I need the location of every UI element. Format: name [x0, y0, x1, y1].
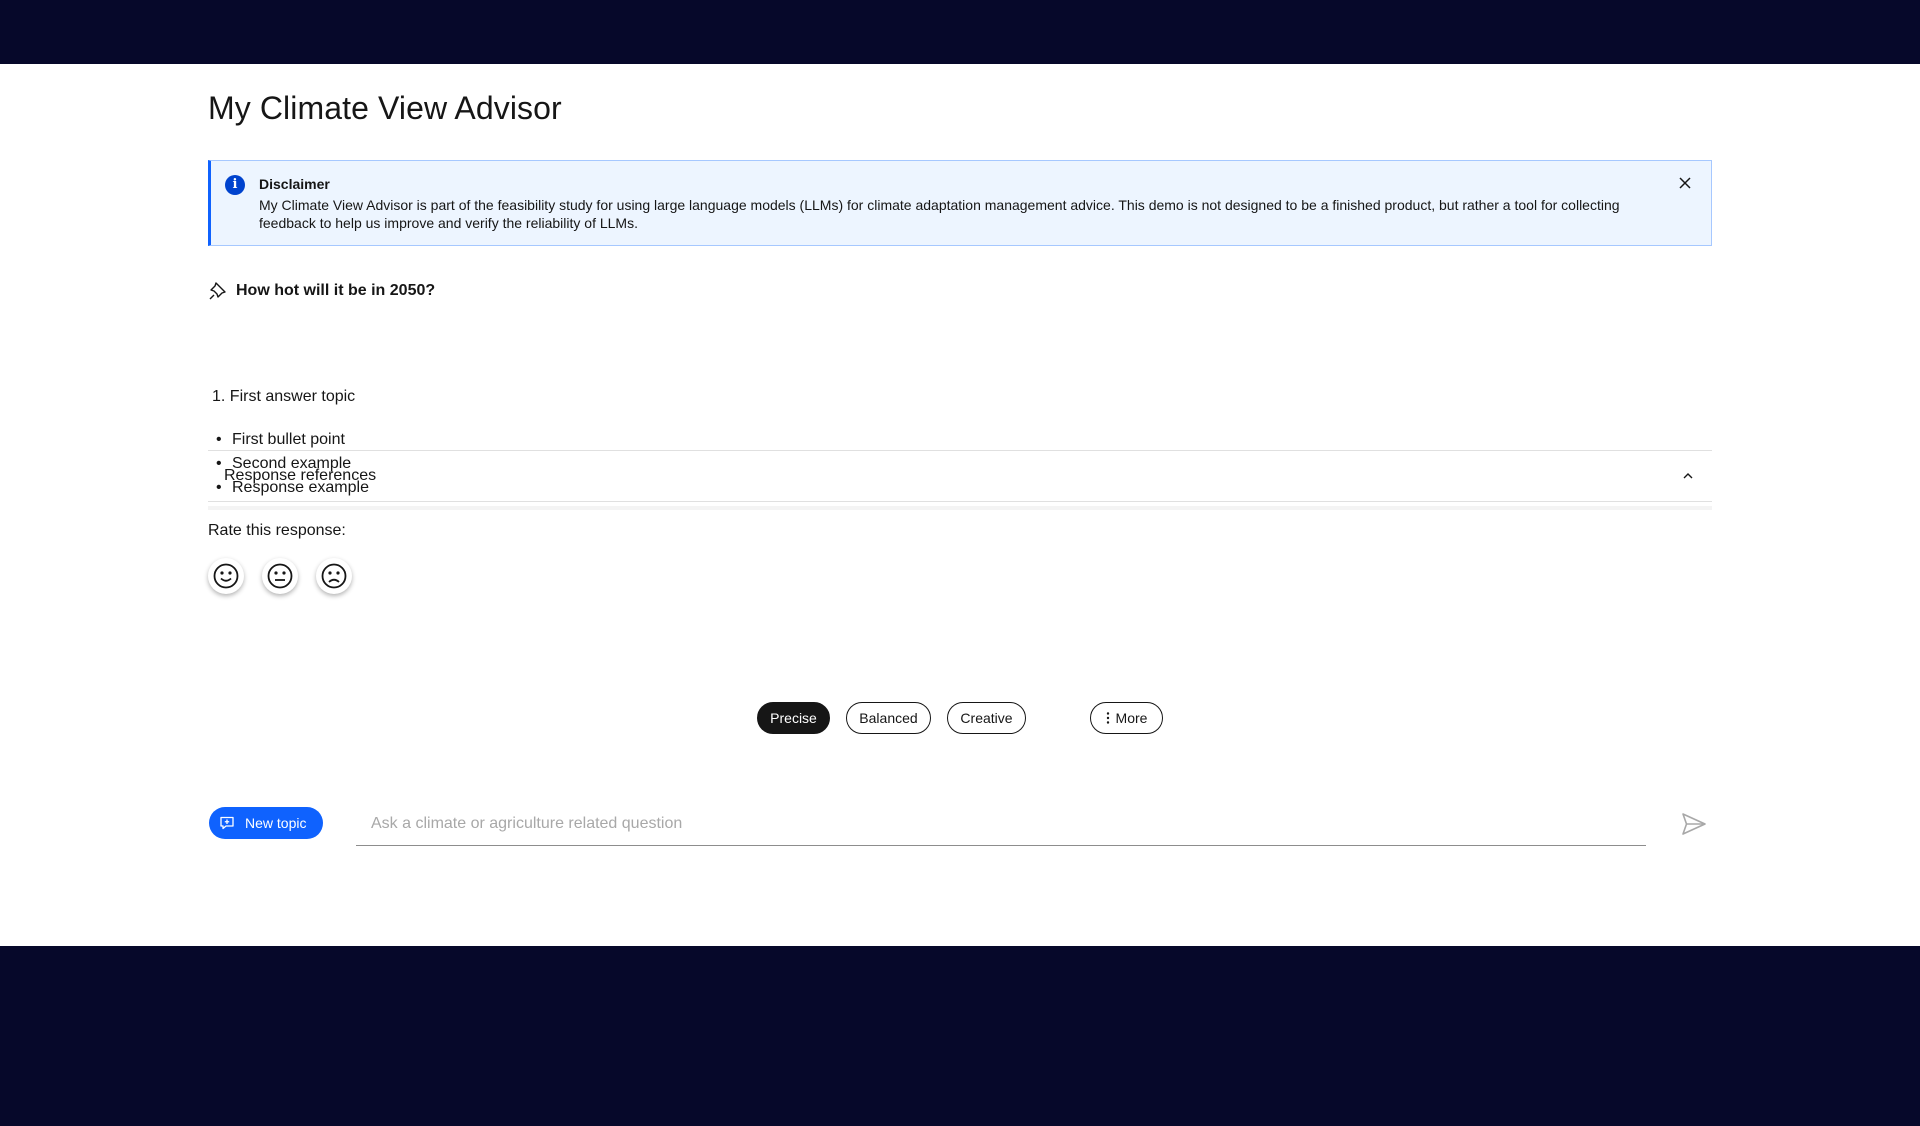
new-topic-button[interactable]: New topic: [209, 807, 323, 839]
mode-balanced-chip[interactable]: Balanced: [846, 702, 931, 734]
disclaimer-title: Disclaimer: [259, 176, 330, 192]
list-item-text: First answer topic: [229, 388, 356, 405]
info-icon: i: [225, 175, 245, 195]
response-references-accordion[interactable]: Response references: [208, 450, 1712, 502]
page-title: My Climate View Advisor: [208, 90, 562, 126]
rating-buttons: [208, 558, 352, 594]
question-text: How hot will it be in 2050?: [236, 282, 436, 299]
new-topic-label: New topic: [245, 815, 307, 831]
close-icon-glyph: [1679, 177, 1691, 189]
response-mode-selector: Precise Balanced Creative More: [0, 702, 1920, 734]
question-input[interactable]: [356, 802, 1646, 846]
sad-face-icon: [321, 563, 347, 589]
close-icon[interactable]: [1675, 175, 1695, 195]
more-options-button[interactable]: More: [1090, 702, 1163, 734]
disclaimer-notification: i Disclaimer My Climate View Advisor is …: [208, 160, 1712, 246]
answer-ordered-list: 1. First answer topic: [212, 388, 355, 406]
new-chat-icon: [220, 816, 234, 830]
send-icon[interactable]: [1680, 810, 1708, 838]
mode-creative-chip[interactable]: Creative: [947, 702, 1026, 734]
accordion-label: Response references: [224, 467, 377, 484]
happy-face-icon: [213, 563, 239, 589]
rate-sad-button[interactable]: [316, 558, 352, 594]
accordion-content-divider: [208, 506, 1712, 510]
overflow-menu-icon: [1106, 712, 1109, 724]
rate-happy-button[interactable]: [208, 558, 244, 594]
chevron-up-icon: [1683, 473, 1693, 479]
list-item: First bullet point: [216, 428, 369, 452]
neutral-face-icon: [267, 563, 293, 589]
top-band: [0, 0, 1920, 64]
bottom-band: [0, 946, 1920, 1126]
disclaimer-text: My Climate View Advisor is part of the f…: [259, 197, 1620, 231]
rate-label: Rate this response:: [208, 522, 346, 539]
pin-icon[interactable]: [208, 281, 228, 301]
main-content: My Climate View Advisor i Disclaimer My …: [0, 64, 1920, 946]
list-item-number: 1.: [212, 388, 226, 405]
more-label: More: [1115, 710, 1148, 726]
rate-neutral-button[interactable]: [262, 558, 298, 594]
question-row: How hot will it be in 2050?: [208, 278, 435, 304]
mode-precise-chip[interactable]: Precise: [757, 702, 830, 734]
